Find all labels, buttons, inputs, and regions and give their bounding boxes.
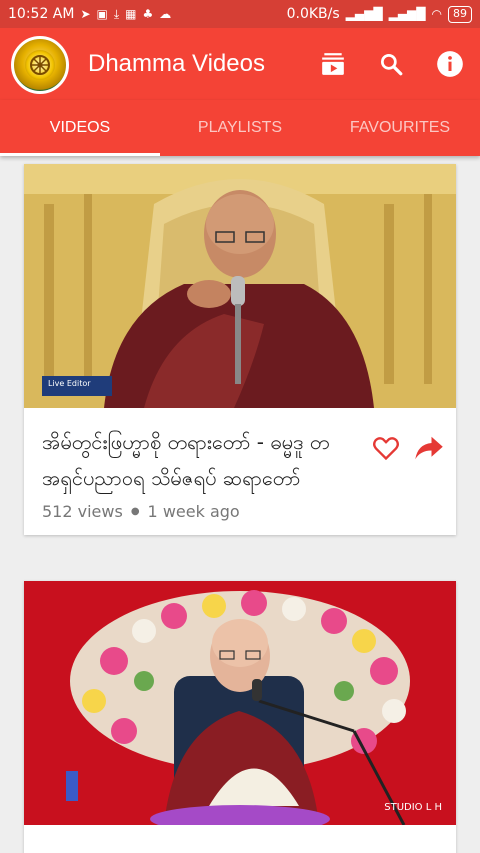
video-list[interactable]: Live Editor အိမ်တွင်းဖြဟ္မာစို တရားတော် … <box>0 156 480 853</box>
network-speed: 0.0KB/s <box>286 6 340 22</box>
heart-icon[interactable] <box>372 435 400 465</box>
tab-label: VIDEOS <box>49 119 111 136</box>
subscriptions-icon[interactable] <box>315 46 351 82</box>
message-icon: ▣ <box>96 7 108 21</box>
video-thumbnail[interactable]: STUDIO L H <box>24 581 456 825</box>
video-meta: 512 views ● 1 week ago <box>42 502 438 521</box>
tab-favourites[interactable]: FAVOURITES <box>320 100 480 156</box>
app-notification-icon: ▦ <box>125 7 137 21</box>
cloud-icon: ☁ <box>159 7 172 21</box>
video-card[interactable]: Live Editor အိမ်တွင်းဖြဟ္မာစို တရားတော် … <box>24 164 456 535</box>
card-actions <box>372 434 444 466</box>
app-title: Dhamma Videos <box>88 50 265 77</box>
wifi-icon: ◠ <box>431 7 442 21</box>
signal-icon: ▂▄▆█ <box>345 7 383 21</box>
app-logo <box>11 36 69 94</box>
clock: 10:52 AM <box>8 6 75 22</box>
tab-videos[interactable]: VIDEOS <box>0 100 160 156</box>
tab-label: PLAYLISTS <box>197 119 283 136</box>
view-count: 512 views <box>42 502 123 521</box>
card-body <box>24 825 456 853</box>
thumbnail-caption: STUDIO L H <box>384 802 442 813</box>
thumbnail-caption: Live Editor <box>48 379 91 388</box>
tab-bar: VIDEOS PLAYLISTS FAVOURITES <box>0 100 480 156</box>
upload-age: 1 week ago <box>147 502 240 521</box>
notification-icon: ➤ <box>80 7 91 21</box>
status-left: 10:52 AM ➤ ▣ ⤓ ▦ ♣ ☁ <box>8 6 171 22</box>
chat-icon: ♣ <box>142 7 154 21</box>
download-icon: ⤓ <box>113 7 120 21</box>
search-icon[interactable] <box>373 46 409 82</box>
video-title[interactable]: အိမ်တွင်းဖြဟ္မာစို တရားတော် - ဓမ္မဒူ တအရ… <box>42 424 362 496</box>
card-body: အိမ်တွင်းဖြဟ္မာစို တရားတော် - ဓမ္မဒူ တအရ… <box>24 408 456 535</box>
status-right: 0.0KB/s ▂▄▆█ ▂▄▆█ ◠ 89 <box>286 5 472 23</box>
status-bar: 10:52 AM ➤ ▣ ⤓ ▦ ♣ ☁ 0.0KB/s ▂▄▆█ ▂▄▆█ ◠… <box>0 0 480 28</box>
dharma-wheel-icon <box>25 50 55 80</box>
video-card[interactable]: STUDIO L H <box>24 581 456 853</box>
battery-badge: 89 <box>448 5 472 23</box>
separator-dot: ● <box>130 506 140 517</box>
app-bar: Dhamma Videos <box>0 28 480 100</box>
signal-icon-2: ▂▄▆█ <box>388 7 426 21</box>
tab-playlists[interactable]: PLAYLISTS <box>160 100 320 156</box>
tab-label: FAVOURITES <box>349 119 451 136</box>
info-icon[interactable] <box>432 46 468 82</box>
share-icon[interactable] <box>414 434 444 466</box>
video-thumbnail[interactable]: Live Editor <box>24 164 456 408</box>
